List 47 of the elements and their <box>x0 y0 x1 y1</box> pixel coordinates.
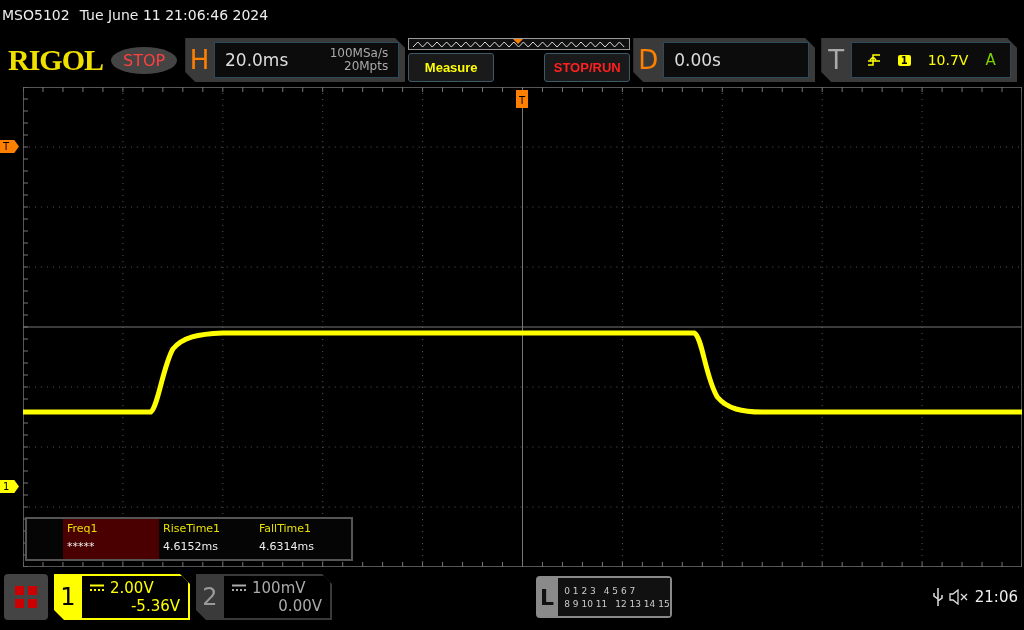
run-state-indicator: STOP <box>111 46 178 74</box>
measurement-item[interactable]: RiseTime1 4.6152ms <box>159 519 255 559</box>
clock: 21:06 <box>974 588 1018 606</box>
logic-label: L <box>538 584 555 610</box>
vertical-offset: 0.00V <box>278 597 322 615</box>
channel-number: 2 <box>201 583 219 611</box>
model-name: MSO5102 <box>2 7 70 23</box>
delay-panel[interactable]: D 0.00s <box>633 38 816 82</box>
digital-channel-numbers: 4 5 6 7 <box>603 585 636 596</box>
logic-panel[interactable]: L 0 1 2 3 4 5 6 7 8 9 10 11 12 13 14 15 <box>535 576 672 618</box>
trigger-mode: A <box>985 51 996 69</box>
vertical-offset: -5.36V <box>130 597 180 615</box>
trigger-panel[interactable]: T 1 10.7V A <box>821 38 1018 82</box>
measurement-item[interactable]: Freq1 ***** <box>63 519 159 559</box>
memory-depth: 20Mpts <box>343 60 389 73</box>
vertical-scale: 100mV <box>252 579 306 597</box>
measure-button[interactable]: Measure <box>408 53 495 82</box>
channel-marker[interactable]: 1 <box>0 480 19 493</box>
mute-icon <box>948 589 969 605</box>
channel-panel[interactable]: 1 2.00V -5.36V <box>54 574 190 620</box>
menu-button[interactable] <box>4 574 48 620</box>
delay-label: D <box>637 45 660 75</box>
timebase-value: 20.0ms <box>225 50 289 70</box>
trigger-label: T <box>827 45 846 75</box>
dc-coupling-icon <box>232 584 246 592</box>
horizontal-panel[interactable]: H 20.0ms 100MSa/s 20Mpts <box>185 38 406 82</box>
digital-channel-numbers: 8 9 10 11 <box>564 598 608 609</box>
stop-run-button[interactable]: STOP/RUN <box>544 53 631 82</box>
trigger-level: 10.7V <box>927 52 969 68</box>
trigger-position-marker[interactable]: T <box>516 90 528 108</box>
usb-icon <box>932 588 943 606</box>
dc-coupling-icon <box>90 584 104 592</box>
digital-channel-numbers: 12 13 14 15 <box>615 598 670 609</box>
date-time: Tue June 11 21:06:46 2024 <box>79 7 269 23</box>
menu-icon <box>15 586 37 608</box>
vertical-scale: 2.00V <box>110 579 154 597</box>
delay-value: 0.00s <box>674 50 721 70</box>
trigger-level-marker[interactable]: T <box>0 140 19 153</box>
channel-panel[interactable]: 2 100mV 0.00V <box>196 574 332 620</box>
rising-edge-icon <box>866 53 881 67</box>
trigger-source: 1 <box>897 54 911 66</box>
brand-logo: RIGOL <box>8 43 104 77</box>
channel-number: 1 <box>59 583 77 611</box>
measurement-item[interactable]: FallTime1 4.6314ms <box>255 519 351 559</box>
horizontal-label: H <box>188 45 211 75</box>
digital-channel-numbers: 0 1 2 3 <box>564 585 596 596</box>
sample-rate: 100MSa/s <box>329 47 389 60</box>
